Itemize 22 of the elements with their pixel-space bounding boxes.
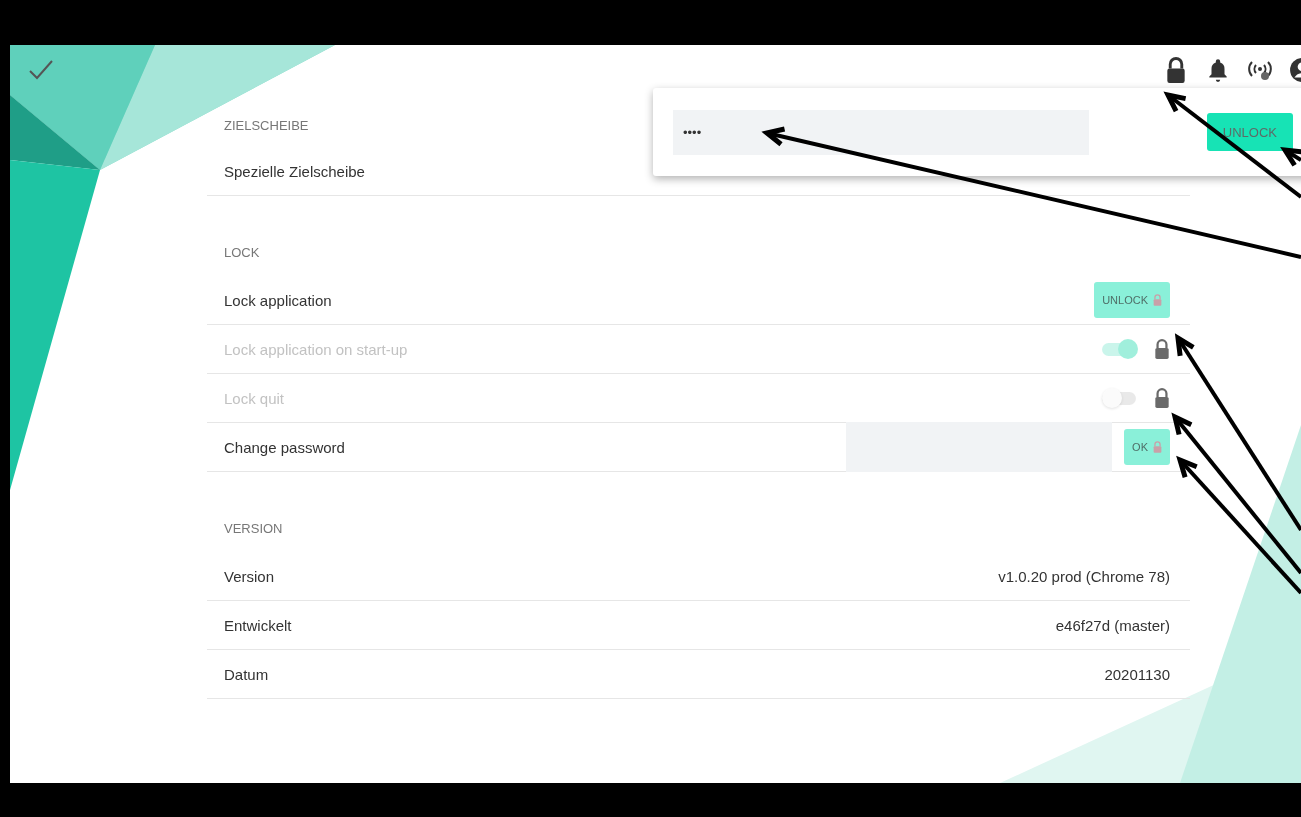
setting-label: Change password: [224, 438, 346, 456]
setting-label: Version: [224, 567, 276, 585]
row-value: e46f27d (master): [1055, 616, 1170, 634]
section-header: ZIELSCHEIBE: [223, 117, 310, 135]
checkmark-icon[interactable]: [28, 59, 54, 81]
setting-label: Lock quit: [224, 389, 286, 407]
lock-icon: [1154, 388, 1170, 408]
section-header: LOCK: [223, 244, 261, 262]
lock-icon: [1153, 441, 1162, 453]
setting-label: Datum: [224, 665, 270, 683]
setting-label: Lock application on start-up: [224, 340, 409, 358]
setting-label: Spezielle Zielscheibe: [224, 162, 366, 180]
section-header: VERSION: [223, 520, 284, 538]
unlock-button[interactable]: UNLOCK: [1206, 113, 1293, 151]
lock-icon: [1154, 339, 1170, 359]
row-value: v1.0.20 prod (Chrome 78): [998, 567, 1170, 585]
password-field[interactable]: [846, 422, 1113, 472]
setting-label: Entwickelt: [224, 616, 293, 634]
row-value: 20201130: [1104, 665, 1170, 683]
setting-label: Lock application: [224, 291, 333, 309]
lock-icon: [1153, 294, 1162, 306]
password-field[interactable]: ••••: [673, 109, 1089, 155]
